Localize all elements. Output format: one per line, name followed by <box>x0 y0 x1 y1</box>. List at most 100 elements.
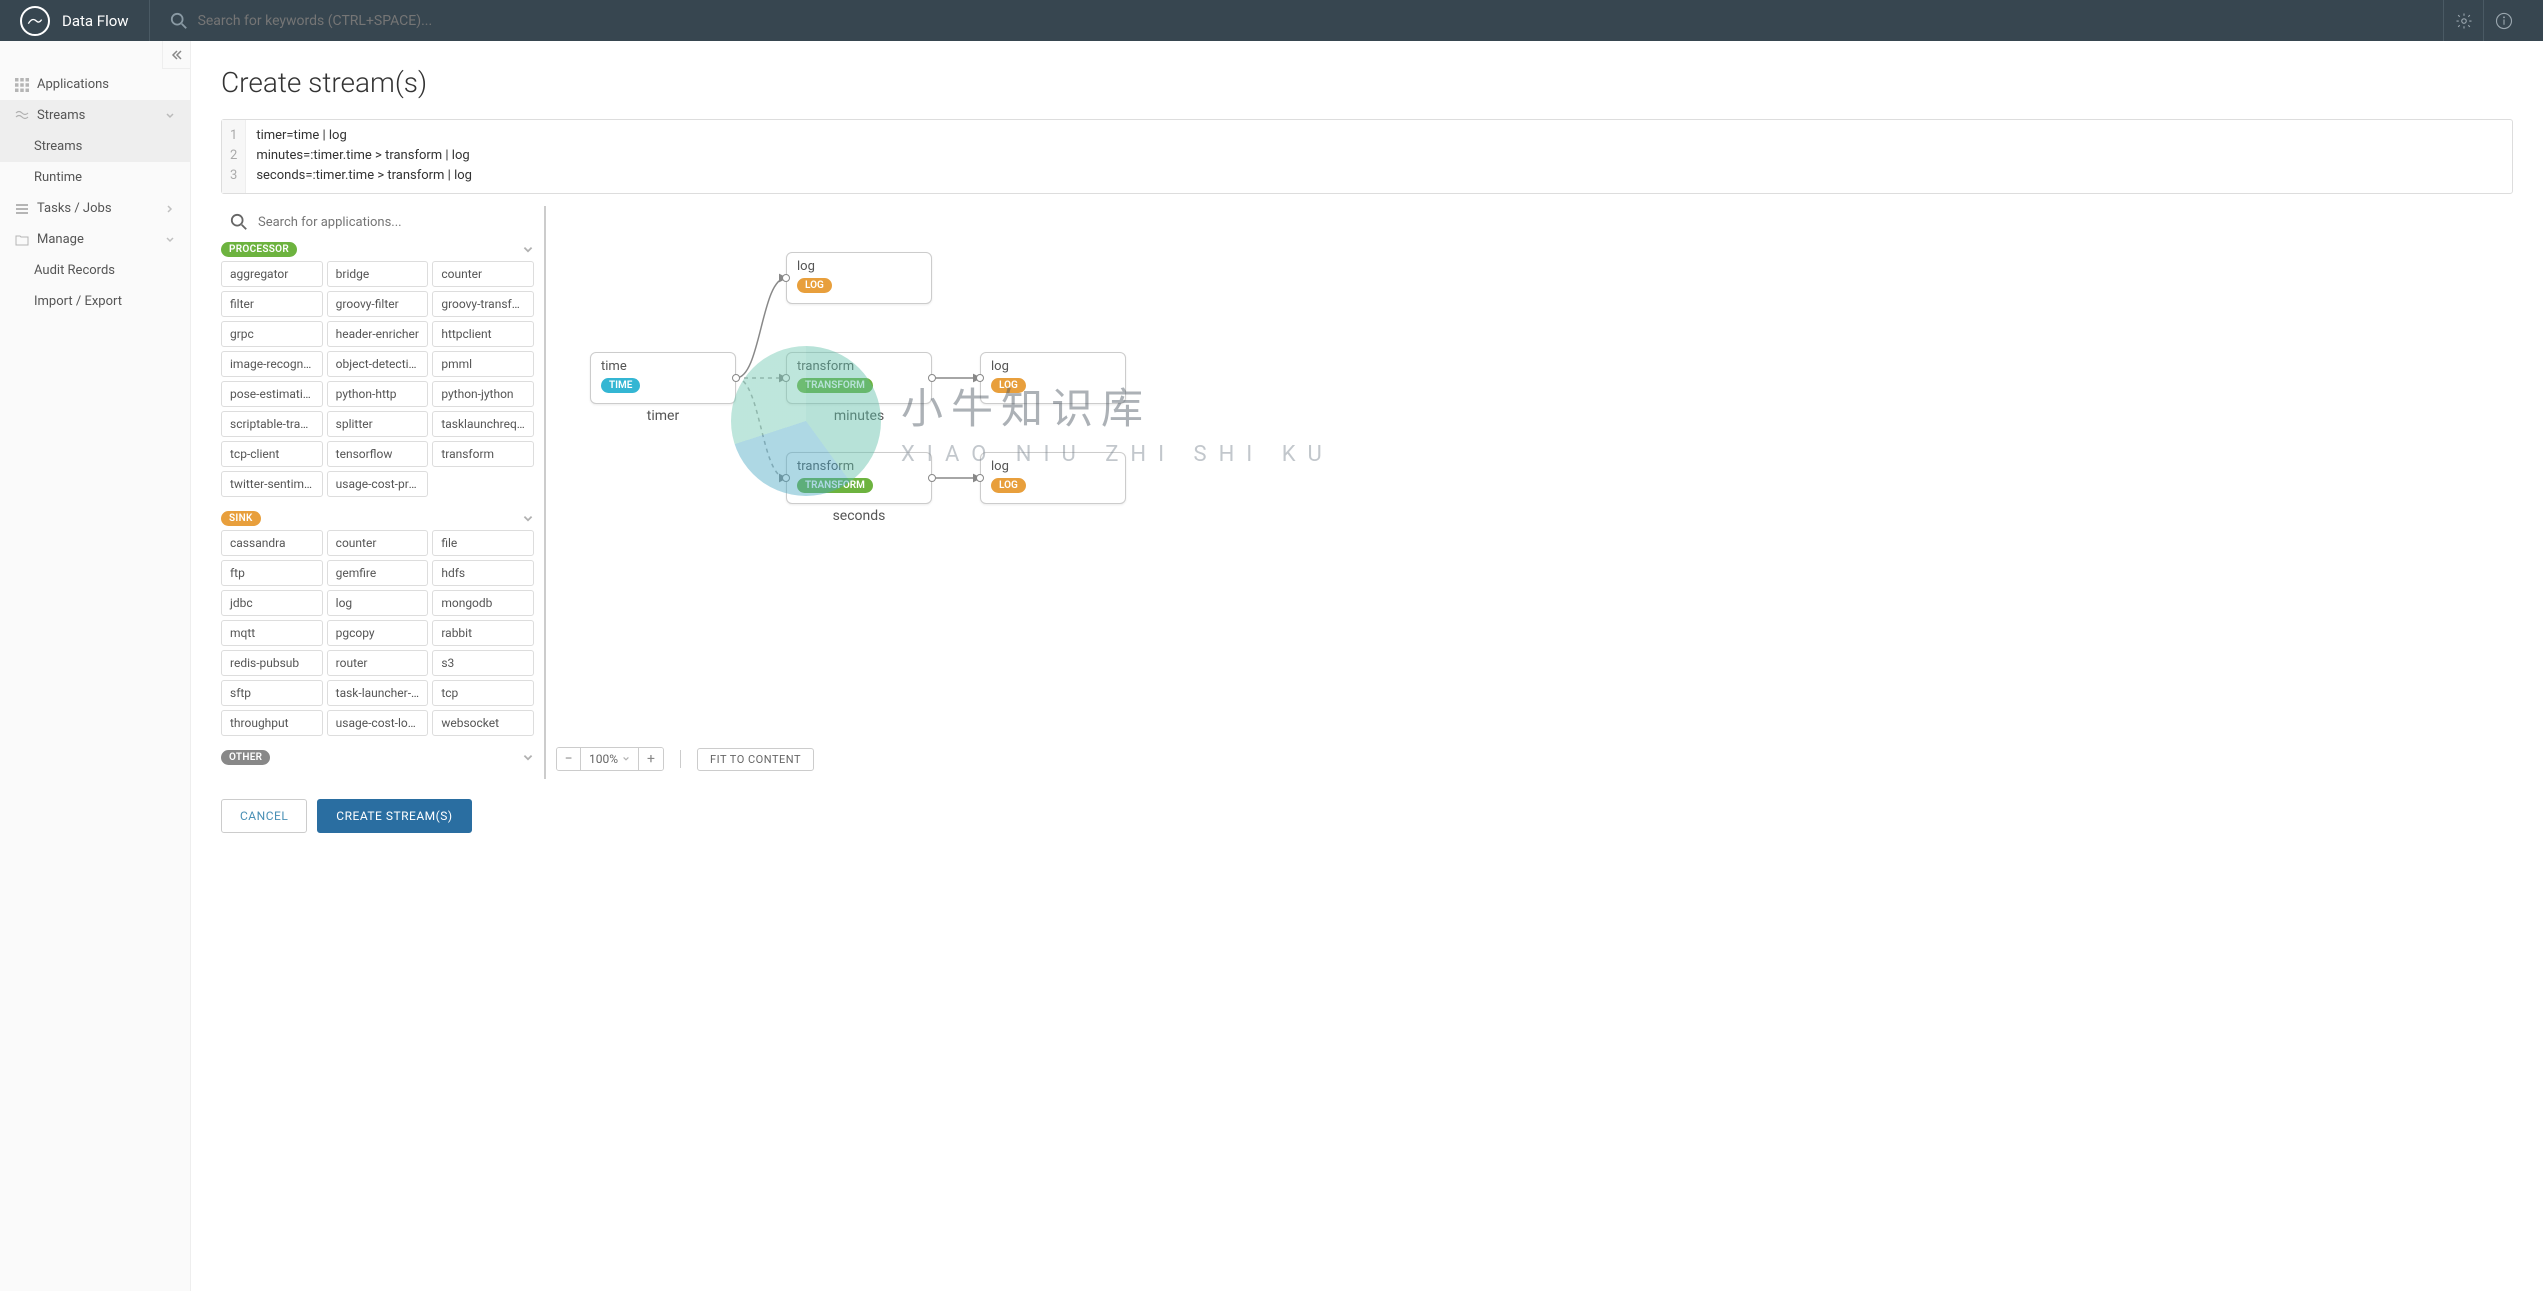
palette-item[interactable]: header-enricher <box>327 321 429 347</box>
palette-item[interactable]: pmml <box>432 351 534 377</box>
port-in[interactable] <box>976 474 984 482</box>
palette-item[interactable]: bridge <box>327 261 429 287</box>
palette-item[interactable]: pose-estimation <box>221 381 323 407</box>
palette-item[interactable]: tcp-client <box>221 441 323 467</box>
section-badge: OTHER <box>221 750 270 765</box>
info-icon <box>2495 12 2513 30</box>
node-timer-log[interactable]: log LOG <box>786 252 932 304</box>
palette-item[interactable]: scriptable-transf… <box>221 411 323 437</box>
list-icon <box>15 202 29 216</box>
palette-item[interactable]: pgcopy <box>327 620 429 646</box>
palette-item[interactable]: tasklaunchreque… <box>432 411 534 437</box>
node-seconds-log[interactable]: log LOG <box>980 452 1126 504</box>
section-header-other[interactable]: OTHER <box>221 746 534 769</box>
palette-item[interactable]: cassandra <box>221 530 323 556</box>
node-minutes-log[interactable]: log LOG <box>980 352 1126 404</box>
grid-icon <box>15 78 29 92</box>
nav-label: Streams <box>34 139 82 154</box>
palette-item[interactable]: log <box>327 590 429 616</box>
palette-item[interactable]: router <box>327 650 429 676</box>
nav-streams[interactable]: Streams <box>0 100 190 131</box>
palette-item[interactable]: gemfire <box>327 560 429 586</box>
cancel-button[interactable]: CANCEL <box>221 799 307 833</box>
node-title: time <box>601 359 725 374</box>
node-minutes-transform[interactable]: transform TRANSFORM <box>786 352 932 404</box>
code-content[interactable]: timer=time | log minutes=:timer.time > t… <box>246 120 2512 193</box>
fit-to-content-button[interactable]: FIT TO CONTENT <box>697 748 814 771</box>
sidebar-collapse-button[interactable] <box>162 41 190 69</box>
palette-item[interactable]: ftp <box>221 560 323 586</box>
zoom-dropdown[interactable]: 100% <box>581 748 639 770</box>
palette-item[interactable]: groovy-filter <box>327 291 429 317</box>
palette-item[interactable]: mongodb <box>432 590 534 616</box>
palette-item[interactable]: twitter-sentiment <box>221 471 323 497</box>
nav-streams-sub[interactable]: Streams <box>0 131 190 162</box>
nav-manage[interactable]: Manage <box>0 224 190 255</box>
nav-tasks-jobs[interactable]: Tasks / Jobs <box>0 193 190 224</box>
nav-label: Audit Records <box>34 263 115 278</box>
palette-item[interactable]: rabbit <box>432 620 534 646</box>
nav-runtime[interactable]: Runtime <box>0 162 190 193</box>
palette-item[interactable]: s3 <box>432 650 534 676</box>
palette-search-input[interactable] <box>258 215 525 230</box>
palette-item[interactable]: task-launcher-d… <box>327 680 429 706</box>
node-time[interactable]: time TIME <box>590 352 736 404</box>
palette-item[interactable]: mqtt <box>221 620 323 646</box>
palette-item[interactable]: jdbc <box>221 590 323 616</box>
node-badge: LOG <box>991 478 1026 493</box>
palette-item[interactable]: sftp <box>221 680 323 706</box>
dsl-code-editor[interactable]: 123 timer=time | log minutes=:timer.time… <box>221 119 2513 194</box>
app-title: Data Flow <box>62 12 129 30</box>
port-out[interactable] <box>928 374 936 382</box>
palette-item[interactable]: python-http <box>327 381 429 407</box>
port-out[interactable] <box>732 374 740 382</box>
node-badge: TIME <box>601 378 640 393</box>
palette-item[interactable]: object-detection <box>327 351 429 377</box>
palette-item[interactable]: splitter <box>327 411 429 437</box>
port-in[interactable] <box>976 374 984 382</box>
palette-item[interactable]: counter <box>327 530 429 556</box>
section-header-processor[interactable]: PROCESSOR <box>221 238 534 261</box>
divider <box>149 0 150 41</box>
node-seconds-transform[interactable]: transform TRANSFORM <box>786 452 932 504</box>
info-button[interactable] <box>2483 0 2523 41</box>
global-search-input[interactable] <box>198 13 2443 29</box>
port-in[interactable] <box>782 274 790 282</box>
palette-item[interactable]: usage-cost-proc… <box>327 471 429 497</box>
palette-item[interactable]: counter <box>432 261 534 287</box>
palette-item[interactable]: throughput <box>221 710 323 736</box>
settings-button[interactable] <box>2443 0 2483 41</box>
node-title: transform <box>797 359 921 374</box>
canvas-toolbar: − 100% + FIT TO CONTENT <box>556 747 814 771</box>
port-out[interactable] <box>928 474 936 482</box>
port-in[interactable] <box>782 474 790 482</box>
palette-item[interactable]: file <box>432 530 534 556</box>
palette-item[interactable]: groovy-transform <box>432 291 534 317</box>
palette-item[interactable]: tcp <box>432 680 534 706</box>
nav-audit-records[interactable]: Audit Records <box>0 255 190 286</box>
palette-item[interactable]: tensorflow <box>327 441 429 467</box>
nav-import-export[interactable]: Import / Export <box>0 286 190 317</box>
zoom-out-button[interactable]: − <box>557 748 581 770</box>
graph-canvas[interactable]: log LOG time TIME timer transform TRANSF… <box>544 206 2513 779</box>
palette-item[interactable]: image-recogniti… <box>221 351 323 377</box>
palette-item[interactable]: websocket <box>432 710 534 736</box>
section-header-sink[interactable]: SINK <box>221 507 534 530</box>
nav-applications[interactable]: Applications <box>0 69 190 100</box>
topbar: Data Flow <box>0 0 2543 41</box>
palette-item[interactable]: hdfs <box>432 560 534 586</box>
stream-label-timer: timer <box>590 408 736 424</box>
palette-item[interactable]: usage-cost-logg… <box>327 710 429 736</box>
stream-label-seconds: seconds <box>786 508 932 524</box>
zoom-in-button[interactable]: + <box>639 748 663 770</box>
port-in[interactable] <box>782 374 790 382</box>
create-streams-button[interactable]: CREATE STREAM(S) <box>317 799 471 833</box>
palette-item[interactable]: httpclient <box>432 321 534 347</box>
palette-item[interactable]: redis-pubsub <box>221 650 323 676</box>
palette-item[interactable]: grpc <box>221 321 323 347</box>
palette-item[interactable]: filter <box>221 291 323 317</box>
palette-item[interactable]: python-jython <box>432 381 534 407</box>
nav-label: Tasks / Jobs <box>37 201 112 216</box>
palette-item[interactable]: aggregator <box>221 261 323 287</box>
palette-item[interactable]: transform <box>432 441 534 467</box>
